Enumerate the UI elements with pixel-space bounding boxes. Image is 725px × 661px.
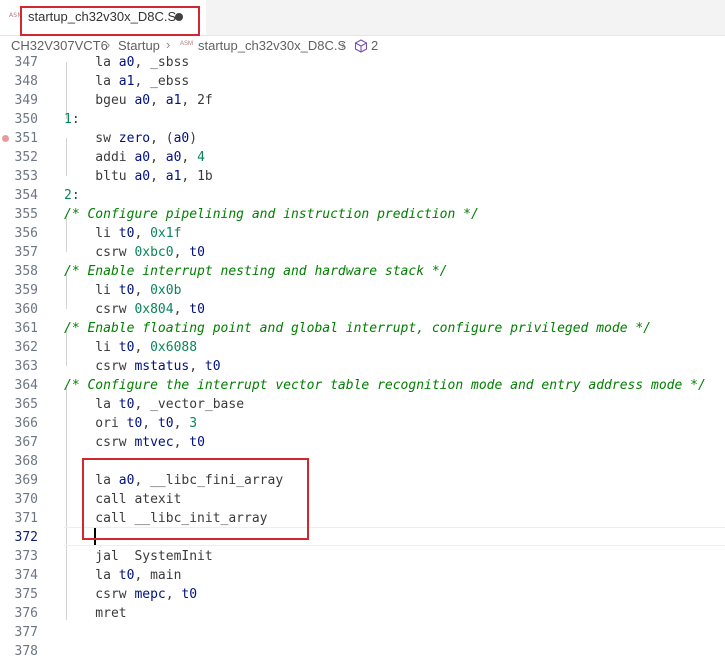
line-text[interactable]: ori t0, t0, 3 — [64, 414, 197, 433]
line-text[interactable]: csrw 0x804, t0 — [64, 300, 205, 319]
line-number: 370 — [14, 492, 38, 507]
line-number: 377 — [14, 625, 38, 640]
code-line[interactable]: 359 li t0, 0x0b — [0, 281, 725, 300]
code-line[interactable]: 366 ori t0, t0, 3 — [0, 414, 725, 433]
code-line[interactable]: 376 mret — [0, 604, 725, 623]
breadcrumb-item-file[interactable]: startup_ch32v30x_D8C.S — [198, 38, 346, 53]
line-text[interactable]: bgeu a0, a1, 2f — [64, 91, 212, 110]
line-number: 365 — [14, 397, 38, 412]
line-number: 359 — [14, 283, 38, 298]
breadcrumb-item-folder[interactable]: Startup — [118, 38, 160, 53]
line-number: 372 — [14, 530, 38, 545]
line-number: 375 — [14, 587, 38, 602]
code-line[interactable]: 358 /* Enable interrupt nesting and hardw… — [0, 262, 725, 281]
editor-tab-bar: ASM startup_ch32v30x_D8C.S — [0, 0, 725, 36]
code-line[interactable]: 349 bgeu a0, a1, 2f — [0, 91, 725, 110]
code-line[interactable]: 378 — [0, 642, 725, 661]
breadcrumb-item-symbol[interactable]: 2 — [371, 38, 378, 53]
line-number: 349 — [14, 93, 38, 108]
code-line[interactable]: 347 la a0, _sbss — [0, 53, 725, 72]
code-line[interactable]: 361 /* Enable floating point and global i… — [0, 319, 725, 338]
line-number: 374 — [14, 568, 38, 583]
line-number: 373 — [14, 549, 38, 564]
code-line[interactable]: 365 la t0, _vector_base — [0, 395, 725, 414]
code-line[interactable]: 357 csrw 0xbc0, t0 — [0, 243, 725, 262]
line-text[interactable]: /* Enable interrupt nesting and hardware… — [64, 262, 448, 281]
line-number: 362 — [14, 340, 38, 355]
code-line[interactable]: 352 addi a0, a0, 4 — [0, 148, 725, 167]
line-number: 364 — [14, 378, 38, 393]
line-number: 376 — [14, 606, 38, 621]
code-line[interactable]: 373 jal SystemInit — [0, 547, 725, 566]
chevron-right-icon: › — [106, 37, 111, 52]
line-number: 347 — [14, 55, 38, 70]
breadcrumb-item-project[interactable]: CH32V307VCT6 — [11, 38, 108, 53]
chevron-right-icon: › — [341, 37, 346, 52]
line-number: 354 — [14, 188, 38, 203]
code-line[interactable]: 356 li t0, 0x1f — [0, 224, 725, 243]
line-text[interactable]: la t0, main — [64, 566, 181, 585]
code-line[interactable]: 362 li t0, 0x6088 — [0, 338, 725, 357]
code-line[interactable]: 374 la t0, main — [0, 566, 725, 585]
line-number: 352 — [14, 150, 38, 165]
line-number: 351 — [14, 131, 38, 146]
code-line[interactable]: 363 csrw mstatus, t0 — [0, 357, 725, 376]
symbol-cube-icon — [354, 39, 368, 53]
code-line[interactable]: 350 1: — [0, 110, 725, 129]
line-number: 356 — [14, 226, 38, 241]
code-line[interactable]: 351 sw zero, (a0) — [0, 129, 725, 148]
line-text[interactable]: mret — [64, 604, 126, 623]
line-text[interactable]: la a0, _sbss — [64, 53, 189, 72]
line-number: 355 — [14, 207, 38, 222]
code-line[interactable]: 355 /* Configure pipelining and instructi… — [0, 205, 725, 224]
line-number: 350 — [14, 112, 38, 127]
line-text[interactable]: /* Enable floating point and global inte… — [64, 319, 651, 338]
line-text[interactable]: li t0, 0x0b — [64, 281, 181, 300]
tab-annotation-box — [20, 6, 200, 36]
line-text[interactable]: li t0, 0x1f — [64, 224, 181, 243]
line-number: 353 — [14, 169, 38, 184]
line-number: 357 — [14, 245, 38, 260]
code-line[interactable]: 360 csrw 0x804, t0 — [0, 300, 725, 319]
line-number: 378 — [14, 644, 38, 659]
code-editor[interactable]: 347 la a0, _sbss 348 la a1, _ebss 349 bgeu… — [0, 53, 725, 661]
asm-file-icon: ASM — [180, 41, 194, 47]
code-line[interactable]: 375 csrw mepc, t0 — [0, 585, 725, 604]
code-line[interactable]: 367 csrw mtvec, t0 — [0, 433, 725, 452]
line-text[interactable]: la t0, _vector_base — [64, 395, 244, 414]
chevron-right-icon: › — [166, 37, 171, 52]
code-line[interactable]: 354 2: — [0, 186, 725, 205]
line-text[interactable]: 1: — [64, 110, 80, 129]
line-number: 348 — [14, 74, 38, 89]
line-number: 360 — [14, 302, 38, 317]
code-line[interactable]: 348 la a1, _ebss — [0, 72, 725, 91]
line-text[interactable]: la a1, _ebss — [64, 72, 189, 91]
line-number: 369 — [14, 473, 38, 488]
line-number: 371 — [14, 511, 38, 526]
line-number: 363 — [14, 359, 38, 374]
line-text[interactable]: csrw mstatus, t0 — [64, 357, 220, 376]
line-number: 366 — [14, 416, 38, 431]
code-line[interactable]: 364 /* Configure the interrupt vector tab… — [0, 376, 725, 395]
line-text[interactable]: li t0, 0x6088 — [64, 338, 197, 357]
line-text[interactable]: 2: — [64, 186, 80, 205]
line-number: 358 — [14, 264, 38, 279]
line-text[interactable]: addi a0, a0, 4 — [64, 148, 205, 167]
code-annotation-box — [82, 458, 309, 540]
code-line[interactable]: 377 — [0, 623, 725, 642]
line-text[interactable]: /* Configure pipelining and instruction … — [64, 205, 479, 224]
line-number: 361 — [14, 321, 38, 336]
line-number: 368 — [14, 454, 38, 469]
code-line[interactable]: 353 bltu a0, a1, 1b — [0, 167, 725, 186]
line-text[interactable]: csrw 0xbc0, t0 — [64, 243, 205, 262]
line-text[interactable]: csrw mtvec, t0 — [64, 433, 205, 452]
line-text[interactable]: /* Configure the interrupt vector table … — [64, 376, 706, 395]
line-text[interactable]: sw zero, (a0) — [64, 129, 197, 148]
line-text[interactable]: bltu a0, a1, 1b — [64, 167, 212, 186]
line-text[interactable]: jal SystemInit — [64, 547, 212, 566]
line-number: 367 — [14, 435, 38, 450]
line-text[interactable]: csrw mepc, t0 — [64, 585, 197, 604]
